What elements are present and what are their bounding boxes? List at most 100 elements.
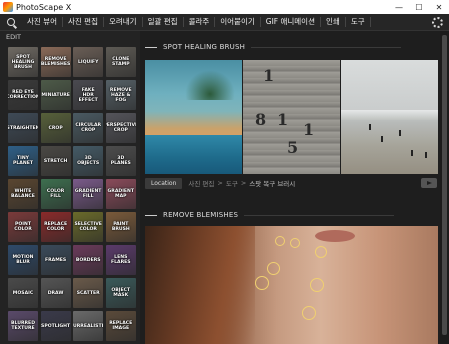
tool-tile-label: CLONE STAMP [111,57,130,67]
tool-tile[interactable]: SCATTER [73,278,104,308]
tool-tile-label: SCATTER [76,290,100,296]
menu-photo-viewer[interactable]: 사진 뷰어 [22,17,63,27]
tool-tile[interactable]: STRETCH [40,146,71,176]
tool-tile-label: REMOVE HAZE & FOG [109,87,132,103]
menu-print[interactable]: 인쇄 [321,17,346,27]
tool-tile-label: CROP [48,125,63,131]
tool-tile[interactable]: COLOR FILL [40,179,71,209]
tool-tile-label: POINT COLOR [14,222,32,232]
tool-tile[interactable]: TINY PLANET [8,146,38,176]
scrollbar-thumb[interactable] [442,35,447,335]
location-button[interactable]: Location [145,177,183,189]
menu-combine[interactable]: 이어붙이기 [215,17,261,27]
tool-tile[interactable]: FRAMES [40,245,71,275]
main-menu-bar: 사진 뷰어 사진 편집 오려내기 일괄 편집 콜라주 이어붙이기 GIF 애니메… [0,14,449,31]
video-icon[interactable] [421,178,437,188]
tool-tile[interactable]: LIQUIFY [73,47,104,77]
tool-tile-label: PERSPECTIVE CROP [106,123,136,133]
tool-tile-label: SPOTLIGHT [41,323,71,329]
tool-tile[interactable]: MOTION BLUR [8,245,38,275]
panel-heading: EDIT [6,33,21,41]
tool-tile-label: BLURRED TEXTURE [10,321,36,331]
tool-tile-label: REPLACE COLOR [44,222,68,232]
breadcrumb-item[interactable]: 사진 편집 [188,178,214,188]
section-title-spot-healing: SPOT HEALING BRUSH [163,43,246,51]
tool-tile[interactable]: REPLACE COLOR [40,212,71,242]
tool-tile[interactable]: MINIATURE [40,80,71,110]
tool-tile-label: SELECTIVE COLOR [74,222,102,232]
menu-tools[interactable]: 도구 [346,17,371,27]
menu-batch-edit[interactable]: 일괄 편집 [143,17,184,27]
menu-collage[interactable]: 콜라주 [184,17,216,27]
breadcrumb-separator: > [217,179,223,187]
tool-tile[interactable]: CLONE STAMP [105,47,136,77]
tool-tile[interactable]: REMOVE HAZE & FOG [105,80,136,110]
tool-tile[interactable]: 3D OBJECTS [73,146,104,176]
tool-tile[interactable]: PAINT BRUSH [105,212,136,242]
tool-tile[interactable]: 3D PLANES [105,146,136,176]
tool-tile[interactable]: RED EYE CORRECTION [8,80,38,110]
tool-tile[interactable]: CROP [40,113,71,143]
app-logo-icon [3,2,13,12]
tool-tile[interactable]: SPOTLIGHT [40,311,71,341]
maximize-button[interactable]: ☐ [409,0,429,14]
tool-tile-grid: SPOT HEALING BRUSH REMOVE BLEMISHES LIQUIF… [8,47,136,341]
tool-tile[interactable]: GRADIENT MAP [105,179,136,209]
tool-tile[interactable]: MOSAIC [8,278,38,308]
section-heading: REMOVE BLEMISHES [145,211,395,219]
tool-tile[interactable]: REMOVE BLEMISHES [40,47,71,77]
tool-tile-label: CIRCULAR CROP [75,123,102,133]
tool-tile[interactable]: CIRCULAR CROP [73,113,104,143]
breadcrumb-separator: > [240,179,247,187]
tool-tile-label: REPLACE IMAGE [109,321,133,331]
tool-tile-label: 3D PLANES [110,156,131,166]
tool-tile[interactable]: WHITE BALANCE [8,179,38,209]
tool-tile[interactable]: LENS FLARES [105,245,136,275]
gear-icon[interactable] [432,17,443,28]
example-image-pool [145,60,242,174]
window-title: PhotoScape X [16,2,72,12]
minimize-button[interactable]: — [389,0,409,14]
breadcrumb-current: 스팟 복구 브러시 [249,180,296,188]
tool-tile-label: LENS FLARES [110,255,131,265]
menu-gif-animation[interactable]: GIF 애니메이션 [261,17,321,27]
tool-tile[interactable]: STRAIGHTEN [8,113,38,143]
scrollbar[interactable] [440,31,449,344]
tool-tile-label: 3D OBJECTS [77,156,100,166]
tool-tile-label: SURREALISTIC [73,323,103,329]
tool-tile-label: RED EYE CORRECTION [8,90,38,100]
tool-tile[interactable]: BORDERS [73,245,104,275]
tool-tile-label: FRAMES [44,257,67,263]
tool-tile-label: BORDERS [75,257,101,263]
search-button[interactable] [3,14,19,30]
tool-tile[interactable]: SPOT HEALING BRUSH [8,47,38,77]
tool-tile[interactable]: SELECTIVE COLOR [73,212,104,242]
tool-tile-label: GRADIENT FILL [74,189,102,199]
menu-cut-out[interactable]: 오려내기 [104,17,143,27]
tool-tile[interactable]: SURREALISTIC [73,311,104,341]
tool-tile-label: STRETCH [43,158,68,164]
tool-tile[interactable]: POINT COLOR [8,212,38,242]
breadcrumb-item[interactable]: 도구 [226,178,238,188]
tool-tile-label: GRADIENT MAP [107,189,135,199]
tool-tile-label: MINIATURE [41,92,70,98]
tool-tile-label: REMOVE BLEMISHES [40,57,71,67]
tool-tile-label: COLOR FILL [46,189,65,199]
tool-tile-label: OBJECT MASK [111,288,131,298]
tool-tile[interactable]: REPLACE IMAGE [105,311,136,341]
tool-tile[interactable]: GRADIENT FILL [73,179,104,209]
tool-tile[interactable]: PERSPECTIVE CROP [105,113,136,143]
menu-photo-editor[interactable]: 사진 편집 [63,17,104,27]
tool-tile-label: MOSAIC [12,290,34,296]
tool-tile[interactable]: OBJECT MASK [105,278,136,308]
example-image-beach [341,60,438,174]
tool-tile-label: DRAW [47,290,64,296]
tool-tile[interactable]: FAKE HDR EFFECT [73,80,104,110]
tool-tile-label: WHITE BALANCE [11,189,35,199]
tool-tile[interactable]: BLURRED TEXTURE [8,311,38,341]
close-button[interactable]: ✕ [429,0,449,14]
tool-tile-label: FAKE HDR EFFECT [78,87,98,103]
tool-tile-label: SPOT HEALING BRUSH [11,54,35,70]
tool-tile[interactable]: DRAW [40,278,71,308]
tool-tile-label: MOTION BLUR [12,255,34,265]
